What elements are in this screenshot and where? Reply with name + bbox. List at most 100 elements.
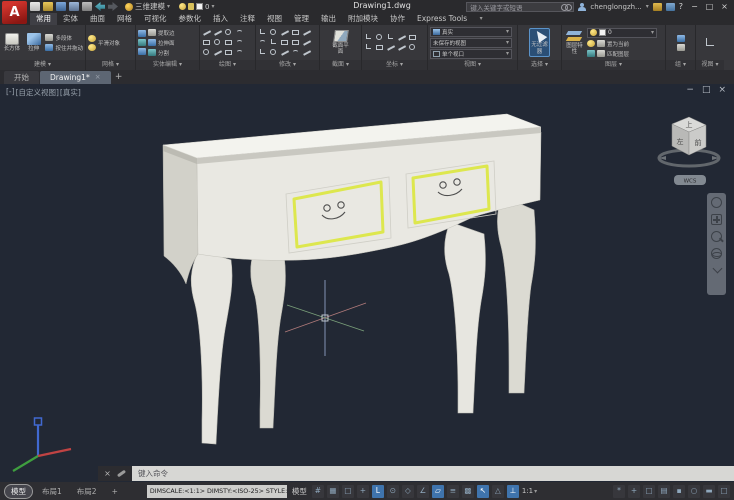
new-drawing-tab-button[interactable]: + [112,71,126,84]
graphics-performance-icon[interactable]: ▬ [703,485,715,498]
panel-title-mesh[interactable]: 网格 ▾ [86,60,135,70]
interface-icon[interactable] [704,37,716,48]
explode-icon[interactable] [258,48,268,57]
share-icon[interactable] [666,3,675,11]
viewcube-left-label[interactable]: 左 [677,137,684,146]
ellipse-icon[interactable] [213,38,223,47]
ribbon-tab-home[interactable]: 常用 [30,13,57,25]
point-icon[interactable] [202,48,212,57]
extrude-button[interactable]: 拉伸 [24,33,44,52]
ucs-view-icon[interactable] [408,33,418,42]
maximize-button[interactable]: □ [702,1,717,13]
visual-style-dropdown[interactable]: 真实 ▾ [430,27,512,37]
layer-dropdown[interactable]: 0 ▾ [587,28,657,38]
new-file-icon[interactable] [30,2,40,11]
ucs-face-icon[interactable] [375,43,385,52]
offset-icon[interactable] [269,48,279,57]
view-control[interactable]: [自定义视图] [16,87,59,98]
box-button[interactable]: 长方体 [2,33,22,52]
layer-properties-button[interactable]: 图层特性 [564,30,585,56]
panel-title-section[interactable]: 截面 ▾ [320,60,361,70]
union-icon[interactable] [138,30,146,37]
rotate-icon[interactable] [269,28,279,37]
xline-icon[interactable] [213,48,223,57]
region-icon[interactable] [224,48,234,57]
app-menu-button[interactable]: A [2,1,27,24]
quick-properties-icon[interactable]: ▤ [658,485,670,498]
command-customize-icon[interactable] [117,470,126,478]
ucs-z-axis-icon[interactable] [397,33,407,42]
ribbon-tab-addins[interactable]: 附加模块 [342,13,384,25]
search-icon[interactable] [561,4,570,10]
close-button[interactable]: × [717,1,732,13]
extract-edges-button[interactable]: 提取边 [148,29,175,37]
scale-icon[interactable] [280,38,290,47]
panel-title-groups[interactable]: 组 ▾ [666,60,695,70]
redo-icon[interactable] [108,2,118,11]
drawing-minimize-button[interactable]: − [686,85,694,95]
panel-title-selection[interactable]: 选择 ▾ [518,60,561,70]
section-plane-button[interactable]: 截面平面 [330,30,351,56]
command-input[interactable]: 键入命令 [132,466,734,481]
minimize-button[interactable]: − [687,1,702,13]
ucs-named-icon[interactable] [408,43,418,52]
chevron-down-icon[interactable]: ▾ [646,3,649,10]
ribbon-tab-mesh[interactable]: 网格 [111,13,138,25]
tab-close-icon[interactable]: × [95,71,101,84]
search-input[interactable]: 键入关键字或短语 [466,2,574,12]
named-views-dropdown[interactable]: 未保存的视图 ▾ [430,38,512,48]
navigation-wheel-icon[interactable] [711,197,722,208]
match-layer-button[interactable]: 匹配图层 [587,50,657,58]
open-file-icon[interactable] [43,2,53,11]
grid-icon[interactable]: # [312,485,324,498]
selection-filter-button[interactable]: 无过滤器 [529,28,550,57]
save-icon[interactable] [56,2,66,11]
presspull-button[interactable]: 按住并拖动 [45,44,83,52]
ribbon-tab-insert[interactable]: 插入 [207,13,234,25]
polar-tracking-icon[interactable]: ⊙ [387,485,399,498]
help-button[interactable]: ? [679,2,683,11]
3d-osnap-icon[interactable]: △ [492,485,504,498]
workspace-switcher[interactable]: 三维建模 ▾ [125,1,170,12]
drawing-close-button[interactable]: × [718,85,726,95]
fillet-icon[interactable] [258,38,268,47]
username[interactable]: chenglongzh... [590,3,641,11]
ribbon-tab-view[interactable]: 视图 [261,13,288,25]
panel-title-modify[interactable]: 修改 ▾ [256,60,319,70]
smooth-object-button[interactable]: 平滑对象 [98,39,120,47]
osnap-icon[interactable]: ▱ [432,485,444,498]
panel-title-draw[interactable]: 绘图 ▾ [200,60,255,70]
make-current-button[interactable]: 置为当前 [587,40,657,48]
ribbon-tab-parametric[interactable]: 参数化 [173,13,208,25]
isodraft-icon[interactable]: ◇ [402,485,414,498]
viewport-config-dropdown[interactable]: 单个视口 ▾ [430,49,512,59]
tab-drawing1[interactable]: Drawing1* × [40,71,111,84]
ribbon-tab-surface[interactable]: 曲面 [84,13,111,25]
rectangle-icon[interactable] [202,38,212,47]
clean-screen-icon[interactable]: □ [718,485,730,498]
layer-quick-control[interactable]: 0 ▾ [179,3,214,11]
trim-icon[interactable] [280,28,290,37]
move-icon[interactable] [258,28,268,37]
isolate-objects-icon[interactable]: ○ [688,485,700,498]
ribbon-tab-solid[interactable]: 实体 [57,13,84,25]
layout-tab-model[interactable]: 模型 [4,484,33,499]
stretch-icon[interactable] [269,38,279,47]
drawing-restore-button[interactable]: □ [702,85,711,95]
ucs-origin-icon[interactable] [386,33,396,42]
mesh-primitive-icon[interactable] [88,44,96,51]
mirror-icon[interactable] [302,28,312,37]
panel-title-solid-editing[interactable]: 实体编辑 ▾ [136,60,199,70]
plot-icon[interactable] [82,2,92,11]
viewcube-front-label[interactable]: 前 [695,138,702,147]
panel-title-coordinates[interactable]: 坐标 ▾ [362,60,427,70]
workspace-gear-icon[interactable]: * [613,485,625,498]
user-avatar-icon[interactable] [578,3,586,11]
panel-title-modeling[interactable]: 建模 ▾ [0,60,85,70]
save-as-icon[interactable] [69,2,79,11]
group-icon[interactable] [677,35,685,42]
dynamic-input-icon[interactable]: + [357,485,369,498]
lock-ui-icon[interactable]: ▪ [673,485,685,498]
osnap-tracking-icon[interactable]: ∠ [417,485,429,498]
snap-mode-icon[interactable]: ▦ [327,485,339,498]
